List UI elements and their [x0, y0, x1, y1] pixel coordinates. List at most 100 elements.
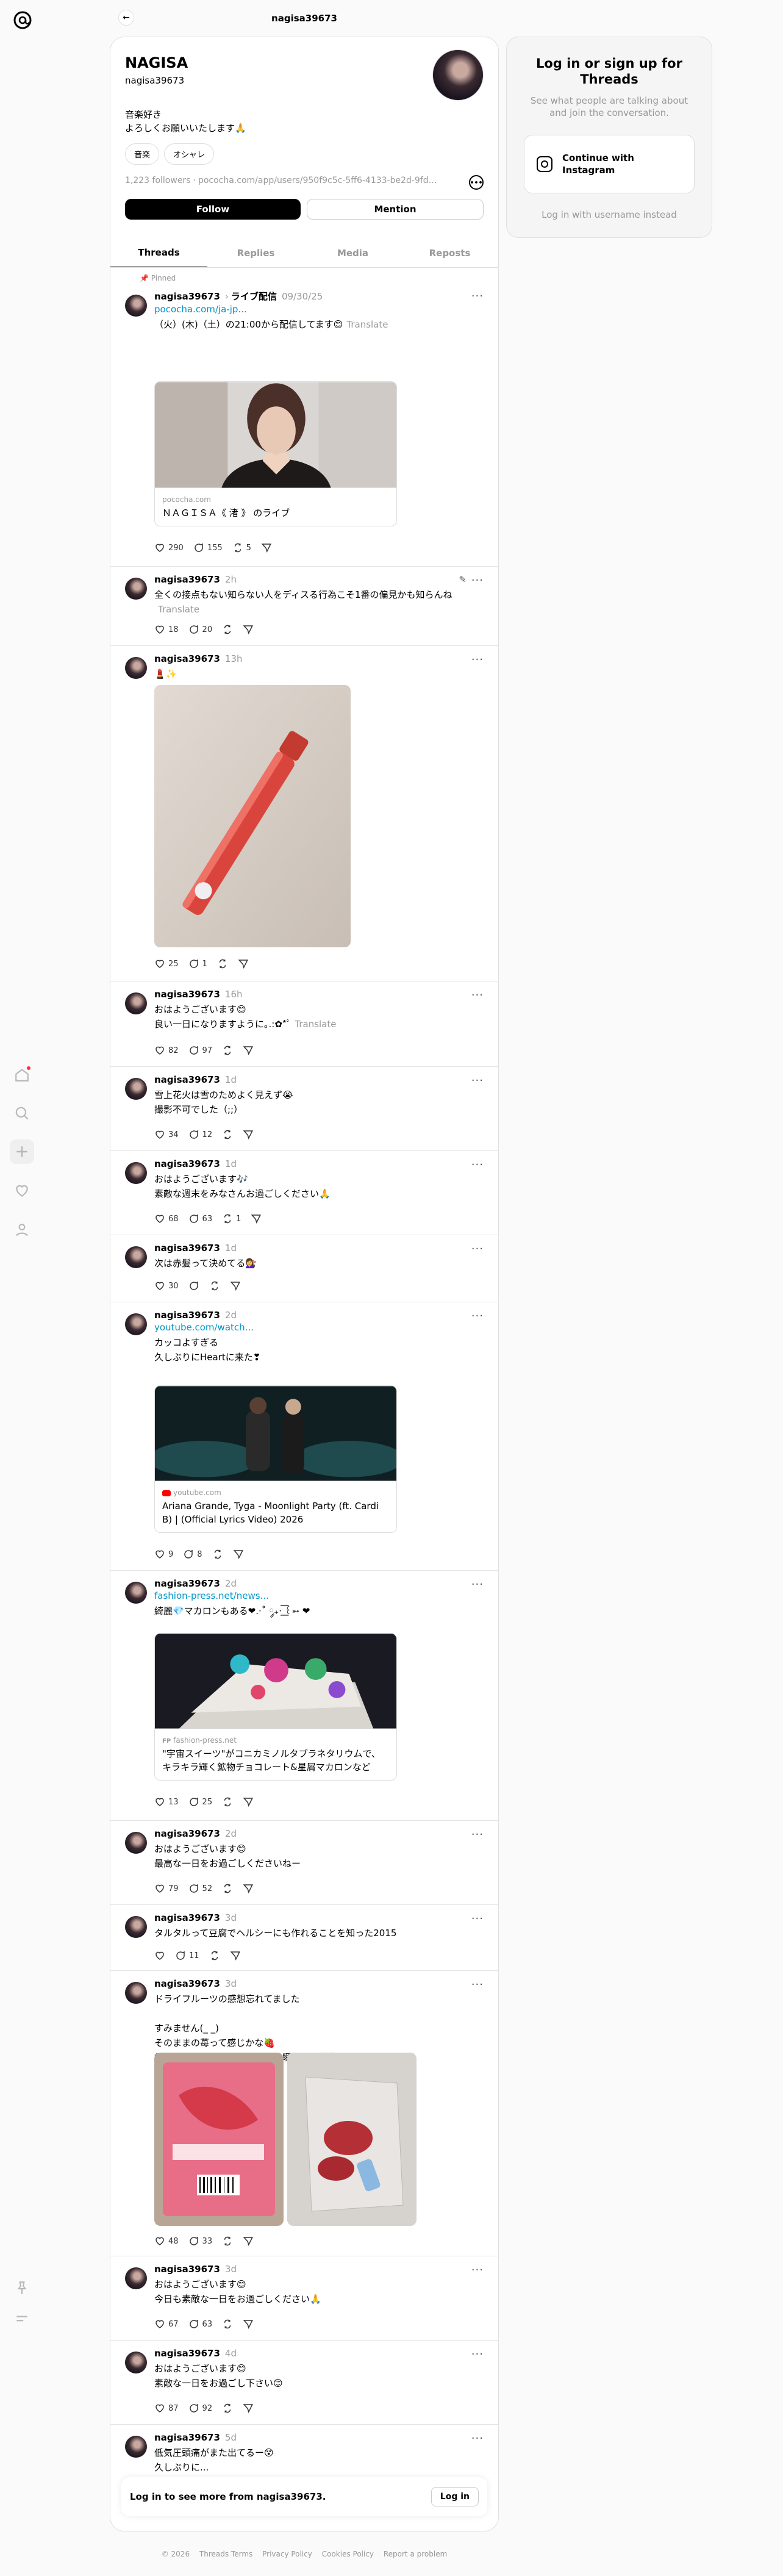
avatar[interactable] [125, 1313, 147, 1335]
avatar[interactable] [125, 1916, 147, 1938]
thread-post[interactable]: nagisa39673 1d 次は赤髪って決めてる💇‍♀️ ··· 30 [110, 1235, 498, 1302]
share-button[interactable] [243, 1796, 254, 1807]
repost-button[interactable] [222, 624, 233, 635]
tag-chip[interactable]: オシャレ [164, 143, 215, 165]
link-card[interactable]: FP fashion-press.net "宇宙スイーツ"がコニカミノルタプラネタ… [154, 1633, 397, 1781]
translate-link[interactable]: Translate [346, 319, 388, 330]
post-username[interactable]: nagisa39673 [154, 1828, 220, 1839]
share-button[interactable] [243, 2236, 254, 2247]
link-card[interactable]: pococha.com ＮＡＧＩＳＡ《 渚 》 のライブ [154, 381, 397, 526]
post-username[interactable]: nagisa39673 [154, 1243, 220, 1254]
avatar[interactable] [125, 1582, 147, 1604]
more-icon[interactable]: ··· [471, 1912, 484, 1925]
post-username[interactable]: nagisa39673 [154, 1310, 220, 1321]
profile-icon[interactable] [12, 1220, 32, 1240]
post-username[interactable]: nagisa39673 [154, 653, 220, 664]
avatar[interactable] [125, 1832, 147, 1854]
thread-post[interactable]: nagisa39673 1d おはようございます🎶 素敵な週末をみなさんお過ごしく… [110, 1151, 498, 1235]
reply-button[interactable]: 8 [183, 1549, 202, 1560]
share-button[interactable] [243, 1129, 254, 1140]
footer-report-link[interactable]: Report a problem [384, 2550, 447, 2558]
post-username[interactable]: nagisa39673 [154, 1578, 220, 1589]
avatar[interactable] [125, 295, 147, 317]
reply-button[interactable] [188, 1280, 199, 1291]
reply-button[interactable]: 1 [188, 958, 207, 969]
thread-post[interactable]: nagisa39673 2d おはようございます😊 最高な一日をお過ごしくださいね… [110, 1821, 498, 1905]
avatar[interactable] [125, 992, 147, 1014]
share-button[interactable] [233, 1549, 244, 1560]
thread-post[interactable]: nagisa39673 3d おはようございます😊 今日も素敵な一日をお過ごしくだ… [110, 2256, 498, 2341]
repost-button[interactable]: 5 [232, 542, 251, 553]
tab-replies[interactable]: Replies [207, 239, 304, 267]
more-icon[interactable]: ··· [471, 1243, 484, 1255]
followers-count[interactable]: 1,223 followers [125, 176, 190, 185]
more-icon[interactable]: ··· [471, 1158, 484, 1171]
like-button[interactable]: 79 [154, 1883, 179, 1894]
post-link[interactable]: fashion-press.net/news... [154, 1590, 484, 1601]
like-button[interactable]: 18 [154, 624, 179, 635]
profile-avatar[interactable] [432, 49, 484, 101]
more-icon[interactable]: ··· [471, 1828, 484, 1841]
reply-button[interactable]: 25 [188, 1796, 212, 1807]
mention-button[interactable]: Mention [307, 199, 484, 220]
post-username[interactable]: nagisa39673 [154, 2348, 220, 2359]
back-button[interactable]: ← [118, 10, 134, 26]
like-button[interactable]: 67 [154, 2319, 179, 2330]
repost-button[interactable] [222, 1883, 233, 1894]
reply-button[interactable]: 155 [193, 542, 223, 553]
post-photo[interactable] [287, 2053, 417, 2226]
repost-button[interactable] [222, 2236, 233, 2247]
like-button[interactable]: 68 [154, 1213, 179, 1224]
repost-button[interactable] [209, 1280, 220, 1291]
tab-reposts[interactable]: Reposts [401, 239, 498, 267]
footer-cookies-link[interactable]: Cookies Policy [322, 2550, 374, 2558]
more-icon[interactable]: ··· [471, 1978, 484, 1991]
like-button[interactable]: 13 [154, 1796, 179, 1807]
post-username[interactable]: nagisa39673 [154, 1158, 220, 1169]
thread-post[interactable]: nagisa39673 2d youtube.com/watch... カッコよす… [110, 1302, 498, 1571]
thread-post[interactable]: nagisa39673 3d タルタルって豆腐でヘルシーにも作れることを知った20… [110, 1905, 498, 1971]
repost-button[interactable] [222, 2403, 233, 2414]
translate-link[interactable]: Translate [158, 604, 199, 615]
share-button[interactable] [251, 1213, 262, 1224]
link-card[interactable]: youtube.com Ariana Grande, Tyga - Moonli… [154, 1385, 397, 1533]
repost-button[interactable] [222, 1796, 233, 1807]
post-username[interactable]: nagisa39673 [154, 1978, 220, 1989]
more-icon[interactable]: ··· [471, 1074, 484, 1087]
reply-button[interactable]: 63 [188, 1213, 212, 1224]
repost-button[interactable] [222, 2319, 233, 2330]
thread-post[interactable]: nagisa39673 3d ドライフルーツの感想忘れてました すみません(_ _… [110, 1971, 498, 2256]
avatar[interactable] [125, 1078, 147, 1100]
more-icon[interactable]: ··· [471, 1578, 484, 1591]
home-icon[interactable] [12, 1065, 32, 1085]
more-icon[interactable]: ··· [471, 2264, 484, 2276]
more-icon[interactable]: ··· [471, 2348, 484, 2361]
post-photo[interactable] [154, 2053, 284, 2226]
more-options-icon[interactable]: ••• [469, 175, 484, 190]
more-icon[interactable]: ··· [471, 2432, 484, 2445]
share-button[interactable] [230, 1280, 241, 1291]
repost-button[interactable] [222, 1045, 233, 1056]
thread-post[interactable]: nagisa39673 13h 💄✨ ··· 25 1 [110, 646, 498, 981]
like-button[interactable]: 25 [154, 958, 179, 969]
profile-link[interactable]: pococha.com/app/users/950f9c5c-5ff6-4133… [198, 176, 454, 185]
add-icon[interactable] [10, 1139, 34, 1164]
share-button[interactable] [243, 624, 254, 635]
thread-post[interactable]: nagisa39673 4d おはようございます😊 素敵な一日をお過ごし下さい😊 … [110, 2341, 498, 2425]
thread-post[interactable]: nagisa39673 16h おはようございます😊 良い一日になりますように｡.… [110, 981, 498, 1067]
more-icon[interactable]: ··· [471, 290, 484, 303]
menu-icon[interactable] [12, 2309, 32, 2328]
post-username[interactable]: nagisa39673 [154, 2264, 220, 2275]
repost-button[interactable]: 1 [222, 1213, 241, 1224]
follow-button[interactable]: Follow [125, 199, 301, 220]
tab-media[interactable]: Media [304, 239, 401, 267]
post-username[interactable]: nagisa39673 [154, 291, 220, 302]
post-link[interactable]: youtube.com/watch... [154, 1322, 484, 1333]
post-username[interactable]: nagisa39673 [154, 989, 220, 1000]
more-icon[interactable]: ··· [471, 574, 484, 587]
share-button[interactable] [243, 2403, 254, 2414]
post-username[interactable]: nagisa39673 [154, 1074, 220, 1085]
tab-threads[interactable]: Threads [110, 239, 207, 267]
avatar[interactable] [125, 1982, 147, 2004]
post-username[interactable]: nagisa39673 [154, 1912, 220, 1923]
